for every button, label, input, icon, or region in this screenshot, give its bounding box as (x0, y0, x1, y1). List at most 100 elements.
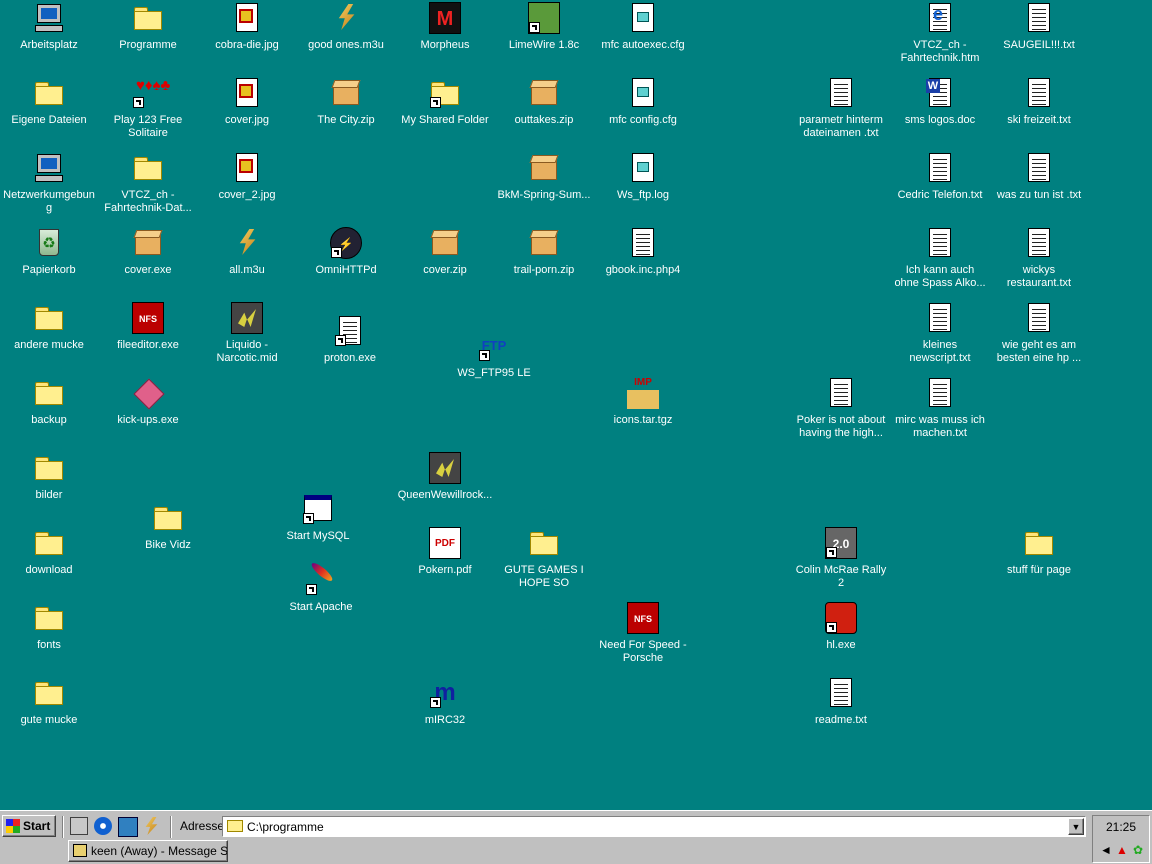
parametr-txt[interactable]: parametr hinterm dateinamen .txt (793, 77, 889, 147)
mirc-was-muss-txt[interactable]: mirc was muss ich machen.txt (892, 377, 988, 447)
icq-icon[interactable]: ✿ (1131, 843, 1145, 857)
speaker-icon[interactable]: ◄ (1099, 843, 1113, 857)
cover-jpg[interactable]: cover.jpg (199, 77, 295, 147)
omnihttpd-shortcut[interactable]: ⚡ OmniHTTPd (298, 227, 394, 297)
zip-file-icon (429, 227, 461, 259)
internet-explorer-icon[interactable] (94, 817, 112, 835)
folder-icon (33, 677, 65, 709)
fonts-folder[interactable]: fonts (1, 602, 97, 672)
image-file-icon (231, 2, 263, 34)
poker-txt[interactable]: Poker is not about having the high... (793, 377, 889, 447)
mirc32-shortcut[interactable]: m mIRC32 (397, 677, 493, 747)
liquido-narcotic-mid[interactable]: Liquido - Narcotic.mid (199, 302, 295, 372)
start-mysql-shortcut[interactable]: Start MySQL (270, 493, 366, 563)
folder-icon (227, 820, 243, 832)
my-shared-folder-shortcut[interactable]: My Shared Folder (397, 77, 493, 147)
gute-mucke-folder[interactable]: gute mucke (1, 677, 97, 747)
outtakes-zip[interactable]: outtakes.zip (496, 77, 592, 147)
mfc-autoexec-cfg[interactable]: mfc autoexec.cfg (595, 2, 691, 72)
internet-explorer-document-icon: e (924, 2, 956, 34)
proton-exe-shortcut[interactable]: proton.exe (302, 315, 398, 385)
cover-zip[interactable]: cover.zip (397, 227, 493, 297)
cobra-die-jpg[interactable]: cobra-die.jpg (199, 2, 295, 72)
papierkorb-shortcut[interactable]: Papierkorb (1, 227, 97, 297)
icon-label: backup (31, 414, 67, 426)
ich-kann-auch-txt[interactable]: Ich kann auch ohne Spass Alko... (892, 227, 988, 297)
queen-wewillrock-mid[interactable]: QueenWewillrock... (397, 452, 493, 522)
ski-freizeit-txt[interactable]: ski freizeit.txt (991, 77, 1087, 147)
text-file-icon (825, 377, 857, 409)
pdf-file-icon: PDF (429, 527, 461, 559)
the-city-zip[interactable]: The City.zip (298, 77, 394, 147)
ws-ftp95-shortcut[interactable]: FTP WS_FTP95 LE (446, 330, 542, 400)
vtcz-fahrtechnik-folder[interactable]: VTCZ_ch - Fahrtechnik-Dat... (100, 152, 196, 222)
icon-label: good ones.m3u (308, 39, 384, 51)
network-icon (33, 152, 65, 184)
kickups-icon (132, 377, 165, 410)
winamp-icon[interactable] (145, 817, 158, 835)
backup-folder[interactable]: backup (1, 377, 97, 447)
download-folder[interactable]: download (1, 527, 97, 597)
gute-games-folder[interactable]: GUTE GAMES I HOPE SO (496, 527, 592, 597)
cedric-telefon-txt[interactable]: Cedric Telefon.txt (892, 152, 988, 222)
limewire-shortcut[interactable]: LimeWire 1.8c (496, 2, 592, 72)
bkm-spring-sum-zip[interactable]: BkM-Spring-Sum... (496, 152, 592, 222)
start-apache-shortcut[interactable]: Start Apache (273, 560, 369, 634)
morpheus-shortcut[interactable]: M Morpheus (397, 2, 493, 72)
kick-ups-exe[interactable]: kick-ups.exe (100, 377, 196, 447)
icon-label: VTCZ_ch - Fahrtechnik-Dat... (104, 189, 192, 214)
folder-icon (132, 152, 164, 184)
eigene-dateien-shortcut[interactable]: Eigene Dateien (1, 77, 97, 147)
sms-logos-doc[interactable]: W sms logos.doc (892, 77, 988, 147)
bike-vidz-folder[interactable]: Bike Vidz (120, 502, 216, 572)
arbeitsplatz-shortcut[interactable]: Arbeitsplatz (1, 2, 97, 72)
trail-porn-zip[interactable]: trail-porn.zip (496, 227, 592, 297)
fileeditor-exe[interactable]: NFS fileeditor.exe (100, 302, 196, 372)
wickys-restaurant-txt[interactable]: wickys restaurant.txt (991, 227, 1087, 297)
wie-geht-es-txt[interactable]: wie geht es am besten eine hp ... (991, 302, 1087, 372)
address-label: Adresse (180, 819, 225, 833)
nfs-porsche-shortcut[interactable]: NFS Need For Speed - Porsche (595, 602, 691, 672)
cover-2-jpg[interactable]: cover_2.jpg (199, 152, 295, 222)
gbook-inc-php4[interactable]: gbook.inc.php4 (595, 227, 691, 297)
colin-mcrae-rally-shortcut[interactable]: 2.0 Colin McRae Rally 2 (793, 527, 889, 597)
kleines-newscript-txt[interactable]: kleines newscript.txt (892, 302, 988, 372)
ws-ftp-log[interactable]: Ws_ftp.log (595, 152, 691, 222)
text-file-icon (1023, 77, 1055, 109)
start-button[interactable]: Start (2, 815, 56, 837)
config-file-icon (627, 2, 659, 34)
zip-exe-icon (132, 227, 164, 259)
vtcz-fahrtechnik-htm[interactable]: e VTCZ_ch - Fahrtechnik.htm (892, 2, 988, 72)
cover-exe[interactable]: cover.exe (100, 227, 196, 297)
clock[interactable]: 21:25 (1093, 820, 1149, 834)
programme-folder[interactable]: Programme (100, 2, 196, 72)
icons-tar-tgz[interactable]: IMP icons.tar.tgz (595, 377, 691, 447)
alert-icon[interactable]: ▲ (1115, 843, 1129, 857)
was-zu-tun-txt[interactable]: was zu tun ist .txt (991, 152, 1087, 222)
shortcut-arrow-icon (306, 584, 317, 595)
pokern-pdf[interactable]: PDF Pokern.pdf (397, 527, 493, 597)
good-ones-m3u[interactable]: good ones.m3u (298, 2, 394, 72)
andere-mucke-folder[interactable]: andere mucke (1, 302, 97, 372)
netzwerkumgebung-shortcut[interactable]: Netzwerkumgebung (1, 152, 97, 222)
bilder-folder[interactable]: bilder (1, 452, 97, 522)
task-button-message-session[interactable]: keen (Away) - Message Se... (68, 840, 228, 862)
desktop: Arbeitsplatz Eigene Dateien Netzwerkumge… (0, 0, 1152, 810)
stuff-fuer-page-folder[interactable]: stuff für page (991, 527, 1087, 597)
mfc-config-cfg[interactable]: mfc config.cfg (595, 77, 691, 147)
hl-exe-shortcut[interactable]: hl.exe (793, 602, 889, 672)
address-input[interactable]: C:\programme ▼ (222, 816, 1086, 837)
text-file-icon (1023, 152, 1055, 184)
icon-label: was zu tun ist .txt (996, 189, 1082, 201)
chevron-down-icon[interactable]: ▼ (1068, 818, 1084, 835)
channels-icon[interactable] (118, 817, 138, 837)
all-m3u[interactable]: all.m3u (199, 227, 295, 297)
readme-txt[interactable]: readme.txt (793, 677, 889, 747)
icon-label: Need For Speed - Porsche (599, 639, 687, 664)
icon-label: bilder (35, 489, 63, 501)
solitaire-shortcut[interactable]: ♥♦♠♣ Play 123 Free Solitaire (100, 77, 196, 147)
ie-glyph: e (933, 4, 944, 24)
icon-label: download (25, 564, 73, 576)
saugeil-txt[interactable]: SAUGEIL!!!.txt (991, 2, 1087, 72)
show-desktop-icon[interactable] (70, 817, 88, 835)
